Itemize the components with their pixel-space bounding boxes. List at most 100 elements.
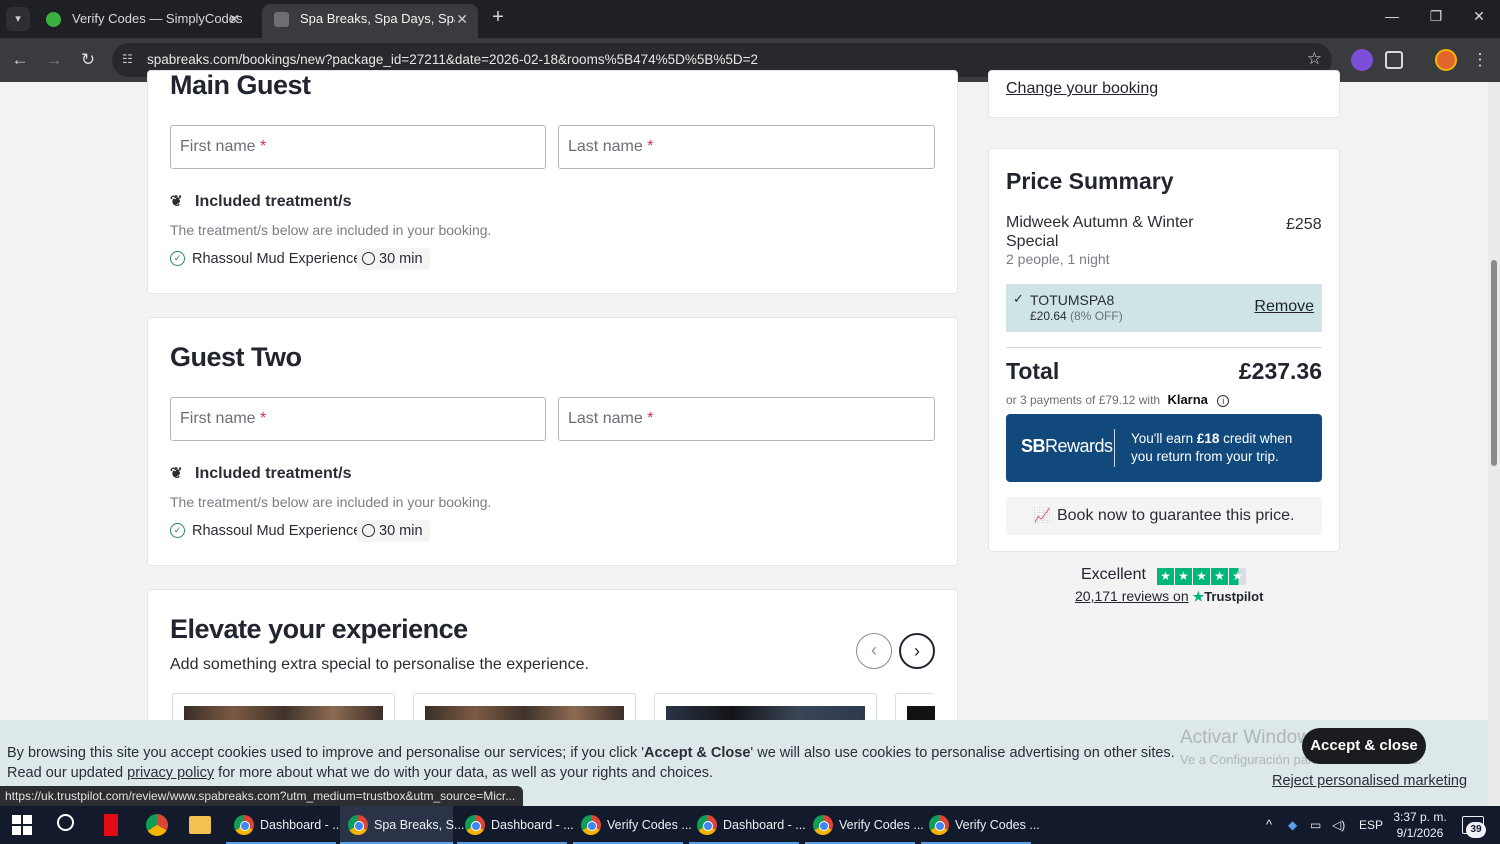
- tray-chevron-up-icon[interactable]: ^: [1266, 806, 1272, 844]
- promo-code: TOTUMSPA8: [1030, 292, 1115, 308]
- taskbar-item-dashboard[interactable]: Dashboard - ...: [457, 806, 574, 844]
- simplycodes-favicon-icon: [46, 12, 61, 27]
- package-price: £258: [1286, 216, 1322, 233]
- site-info-icon[interactable]: ☷: [122, 52, 138, 68]
- carousel-prev-chevron-icon[interactable]: ‹: [856, 633, 892, 669]
- chrome-icon: [348, 815, 368, 835]
- status-bar-url: https://uk.trustpilot.com/review/www.spa…: [0, 786, 524, 807]
- menu-kebab-icon[interactable]: ⋮: [1469, 49, 1491, 71]
- change-booking-link[interactable]: Change your booking: [1006, 80, 1158, 98]
- tray-shield-icon[interactable]: ◆: [1288, 806, 1297, 844]
- star-icon: ★: [1211, 568, 1228, 585]
- chrome-icon: [697, 815, 717, 835]
- accept-close-button[interactable]: Accept & close: [1302, 728, 1426, 764]
- tab-search-chevron-icon[interactable]: ▾: [6, 7, 30, 31]
- new-tab-plus-icon[interactable]: +: [487, 6, 509, 29]
- total-value: £237.36: [1238, 358, 1322, 384]
- sb-rewards-logo: SBRewards: [1021, 436, 1113, 456]
- treatment-item: ✓ Rhassoul Mud Experience: [170, 251, 361, 267]
- taskbar-item-dashboard[interactable]: Dashboard - ...: [226, 806, 343, 844]
- close-icon[interactable]: ✕: [228, 4, 240, 34]
- file-explorer-icon[interactable]: [189, 816, 211, 834]
- back-arrow-icon[interactable]: ←: [9, 49, 31, 71]
- profile-avatar-icon[interactable]: [1435, 49, 1457, 71]
- divider: [1006, 347, 1322, 348]
- trustpilot-reviews-link[interactable]: 20,171 reviews on ★Trustpilot: [1075, 588, 1263, 605]
- taskbar-item-verify-codes[interactable]: Verify Codes ...: [921, 806, 1040, 844]
- klarna-payment-row: or 3 payments of £79.12 with Klarna i: [1006, 392, 1230, 407]
- chrome-icon[interactable]: [146, 814, 168, 836]
- url-text[interactable]: spabreaks.com/bookings/new?package_id=27…: [147, 52, 758, 67]
- star-icon: ★: [1193, 568, 1210, 585]
- main-guest-last-name-field[interactable]: Last name *: [558, 125, 935, 169]
- elevate-heading: Elevate your experience: [170, 614, 468, 644]
- sb-rewards-banner: SBRewards You'll earn £18 credit when yo…: [1006, 414, 1322, 482]
- star-icon: ★: [1175, 568, 1192, 585]
- trend-chart-icon: 📈: [1033, 507, 1051, 523]
- chrome-icon: [465, 815, 485, 835]
- minimize-icon[interactable]: —: [1372, 8, 1412, 24]
- promo-saving: £20.64 (8% OFF): [1030, 309, 1123, 323]
- chrome-icon: [581, 815, 601, 835]
- tab-verify-codes[interactable]: Verify Codes — SimplyCodes ✕: [34, 4, 250, 38]
- main-guest-first-name-field[interactable]: First name *: [170, 125, 546, 169]
- check-icon: ✓: [1013, 291, 1024, 306]
- taskbar-item-dashboard[interactable]: Dashboard - ...: [689, 806, 806, 844]
- windows-watermark-title: Activar Windows: [1180, 727, 1321, 748]
- carousel-next-chevron-icon[interactable]: ›: [899, 633, 935, 669]
- price-summary-card: [988, 148, 1340, 552]
- lotus-icon: ❦: [170, 193, 183, 210]
- extensions-puzzle-icon[interactable]: [1385, 51, 1403, 69]
- taskbar-item-verify-codes[interactable]: Verify Codes ...: [805, 806, 924, 844]
- input-language[interactable]: ESP: [1359, 806, 1383, 844]
- netflix-icon[interactable]: [104, 814, 118, 836]
- reject-marketing-link[interactable]: Reject personalised marketing: [1272, 773, 1467, 789]
- windows-taskbar: Dashboard - ... Spa Breaks, S... Dashboa…: [0, 806, 1500, 844]
- trustpilot-rating-label[interactable]: Excellent: [1081, 566, 1146, 584]
- bookmark-star-icon[interactable]: ☆: [1307, 49, 1322, 69]
- extension-purple-icon[interactable]: [1351, 49, 1373, 71]
- lotus-icon: ❦: [170, 465, 183, 482]
- taskbar-clock[interactable]: 3:37 p. m. 9/1/2026: [1390, 809, 1450, 841]
- privacy-policy-link[interactable]: privacy policy: [127, 765, 214, 781]
- taskbar-item-spa-breaks[interactable]: Spa Breaks, S...: [340, 806, 464, 844]
- treatment-duration: 30 min: [357, 248, 430, 270]
- reload-icon[interactable]: ↻: [77, 49, 99, 71]
- klarna-logo: Klarna: [1167, 392, 1208, 407]
- package-name: Midweek Autumn & Winter Special: [1006, 214, 1194, 250]
- package-details: 2 people, 1 night: [1006, 251, 1110, 267]
- guest-two-first-name-field[interactable]: First name *: [170, 397, 546, 441]
- guest-two-heading: Guest Two: [170, 342, 302, 372]
- page-scrollbar[interactable]: [1488, 82, 1500, 806]
- total-label: Total: [1006, 358, 1060, 384]
- star-icon: ★: [1157, 568, 1174, 585]
- check-circle-icon: ✓: [170, 523, 185, 538]
- restore-icon[interactable]: ❐: [1416, 8, 1456, 25]
- close-icon[interactable]: ✕: [456, 4, 468, 34]
- promo-code-box: ✓ TOTUMSPA8 £20.64 (8% OFF) Remove: [1006, 284, 1322, 332]
- info-icon[interactable]: i: [1217, 395, 1230, 407]
- trustpilot-stars[interactable]: ★ ★ ★ ★ ★: [1157, 567, 1247, 585]
- volume-icon[interactable]: ◁): [1332, 806, 1345, 844]
- chrome-icon: [813, 815, 833, 835]
- elevate-subtitle: Add something extra special to personali…: [170, 656, 589, 673]
- forward-arrow-icon[interactable]: →: [43, 49, 65, 71]
- search-icon[interactable]: [57, 814, 74, 831]
- network-icon[interactable]: ▭: [1310, 806, 1321, 844]
- windows-start-icon[interactable]: [12, 815, 32, 835]
- cookie-text-line2: Read our updated privacy policy for more…: [7, 765, 714, 781]
- included-note: The treatment/s below are included in yo…: [170, 222, 492, 238]
- guest-two-last-name-field[interactable]: Last name *: [558, 397, 935, 441]
- check-circle-icon: ✓: [170, 251, 185, 266]
- remove-promo-link[interactable]: Remove: [1254, 298, 1314, 316]
- divider: [1114, 429, 1115, 467]
- cookie-text-line1: By browsing this site you accept cookies…: [7, 745, 1175, 761]
- clock-icon: [362, 252, 375, 265]
- tab-spa-breaks[interactable]: Spa Breaks, Spa Days, Spa Weel ✕: [262, 4, 478, 38]
- included-treatments-title: ❦ Included treatment/s: [170, 193, 352, 210]
- included-note: The treatment/s below are included in yo…: [170, 494, 492, 510]
- main-guest-heading: Main Guest: [170, 70, 311, 100]
- scrollbar-thumb[interactable]: [1491, 260, 1497, 466]
- taskbar-item-verify-codes[interactable]: Verify Codes ...: [573, 806, 692, 844]
- window-close-icon[interactable]: ✕: [1459, 8, 1499, 25]
